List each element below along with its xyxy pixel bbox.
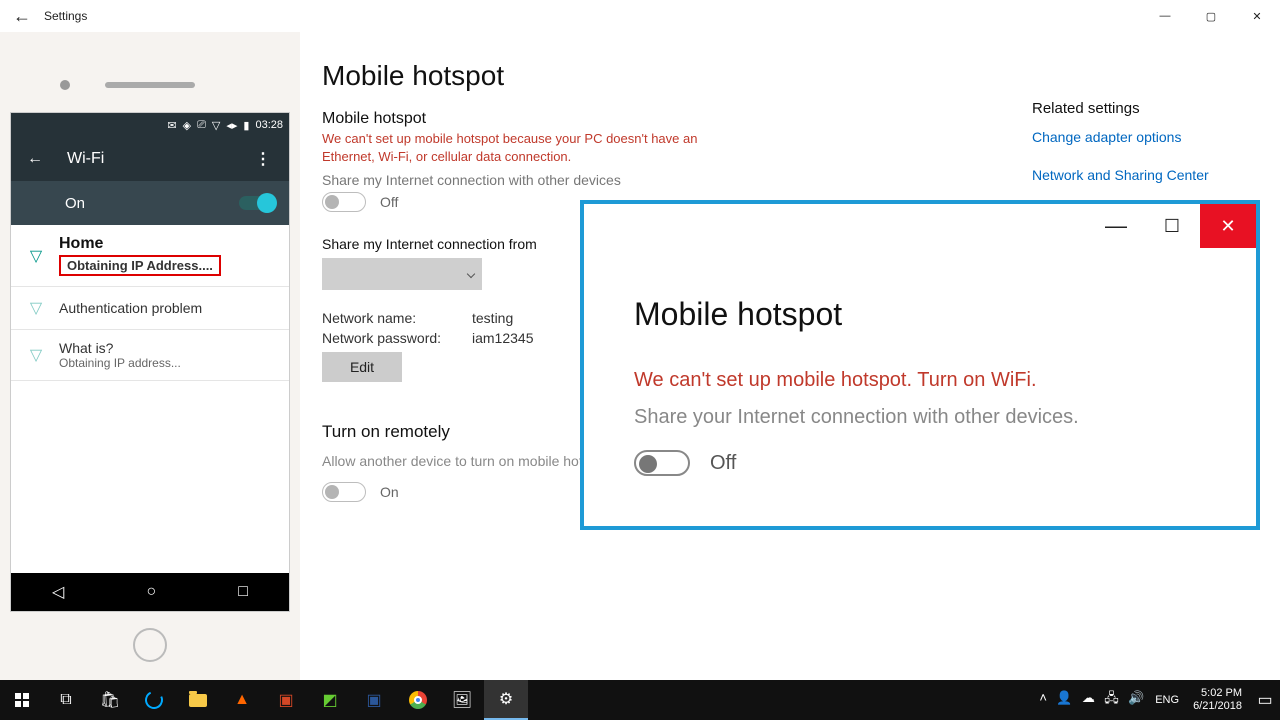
tray-people-icon[interactable]: 👤	[1056, 690, 1072, 705]
phone-speaker	[105, 82, 195, 88]
phone-statusbar: ✉ ◈ ⎚ ▽ ◂▸ ▮ 03:28	[11, 113, 289, 137]
start-button[interactable]	[0, 680, 44, 720]
network-password-label: Network password:	[322, 330, 452, 346]
popup-share-label: Share your Internet connection with othe…	[634, 406, 1079, 429]
wifi-signal-icon: ▽	[212, 119, 220, 132]
photos-icon[interactable]: 🖼	[440, 680, 484, 720]
phone-home-button[interactable]	[133, 628, 167, 662]
network-name-value: testing	[472, 310, 513, 326]
link-network-sharing[interactable]: Network and Sharing Center	[1032, 167, 1209, 183]
edit-button-label: Edit	[350, 359, 374, 375]
share-toggle-state: Off	[380, 194, 398, 210]
nav-back-icon[interactable]: ◁	[52, 582, 64, 602]
related-heading: Related settings	[1032, 100, 1209, 117]
explorer-icon[interactable]	[176, 680, 220, 720]
clock-date: 6/21/2018	[1193, 700, 1242, 713]
taskview-button[interactable]: ⧉	[44, 680, 88, 720]
popup-toggle-row: Off	[634, 450, 736, 476]
wifi-name: What is?	[59, 340, 181, 356]
camtasia-icon[interactable]: ◩	[308, 680, 352, 720]
wifi-icon: ▽	[25, 245, 47, 267]
close-button[interactable]: ✕	[1234, 0, 1280, 32]
wifi-status: Obtaining IP address...	[59, 356, 181, 370]
share-toggle[interactable]	[322, 192, 366, 212]
taskbar-clock[interactable]: 5:02 PM 6/21/2018	[1187, 687, 1248, 713]
wifi-item-auth[interactable]: ▽ Authentication problem	[11, 287, 289, 330]
maximize-button[interactable]: ▢	[1188, 0, 1234, 32]
popup-mobile-hotspot: — ☐ ✕ Mobile hotspot We can't set up mob…	[580, 200, 1260, 530]
window-titlebar: ← Settings — ▢ ✕	[0, 0, 1280, 32]
tray-up-icon[interactable]: ˄	[1039, 690, 1047, 705]
tray-language[interactable]: ENG	[1155, 694, 1179, 706]
edge-icon[interactable]	[132, 680, 176, 720]
remote-toggle[interactable]	[322, 482, 366, 502]
minimize-button[interactable]: —	[1142, 0, 1188, 32]
taskbar-right: ˄ 👤 ☁ 🖧 🔊 ENG 5:02 PM 6/21/2018 ▭	[1036, 680, 1280, 720]
link-change-adapter[interactable]: Change adapter options	[1032, 129, 1209, 145]
phone-camera	[60, 80, 70, 90]
popup-minimize-button[interactable]: —	[1088, 204, 1144, 248]
nav-home-icon[interactable]: ○	[146, 583, 156, 601]
taskbar: ⧉ 🛍 ▲ ▣ ◩ ▣ 🖼 ⚙ ˄ 👤 ☁ 🖧 🔊 ENG 5:02 PM 6/…	[0, 680, 1280, 720]
popup-maximize-button[interactable]: ☐	[1144, 204, 1200, 248]
popup-title: Mobile hotspot	[634, 296, 842, 333]
battery-icon: ▮	[243, 119, 249, 132]
remote-toggle-state: On	[380, 484, 399, 500]
vlc-icon[interactable]: ▲	[220, 680, 264, 720]
share-from-combo[interactable]	[322, 258, 482, 290]
popup-warning: We can't set up mobile hotspot. Turn on …	[634, 369, 1037, 392]
popup-controls: — ☐ ✕	[1088, 204, 1256, 248]
phone-more-icon[interactable]: ⋮	[255, 149, 273, 169]
wifi-item-whatis[interactable]: ▽ What is? Obtaining IP address...	[11, 330, 289, 381]
phone-wifi-toggle[interactable]	[239, 196, 273, 210]
phone-wifi-state: On	[65, 195, 85, 212]
system-tray[interactable]: ˄ 👤 ☁ 🖧 🔊	[1036, 689, 1147, 711]
wifi-status: Authentication problem	[59, 300, 202, 316]
back-button[interactable]: ←	[0, 0, 44, 32]
phone-back-icon[interactable]: ←	[27, 150, 43, 168]
taskbar-left: ⧉ 🛍 ▲ ▣ ◩ ▣ 🖼 ⚙	[0, 680, 528, 720]
phone-screen: ✉ ◈ ⎚ ▽ ◂▸ ▮ 03:28 ← Wi-Fi ⋮ On ▽	[10, 112, 290, 612]
store-icon[interactable]: 🛍	[88, 680, 132, 720]
sync-icon: ◈	[183, 119, 191, 132]
settings-icon[interactable]: ⚙	[484, 680, 528, 720]
wifi-icon: ▽	[25, 344, 47, 366]
popup-toggle-state: Off	[710, 452, 736, 475]
wifi-status-highlight: Obtaining IP Address....	[59, 255, 221, 276]
chrome-icon[interactable]	[396, 680, 440, 720]
vol-icon: ◂▸	[226, 119, 237, 132]
notifications-icon[interactable]: ▭	[1256, 680, 1274, 720]
window-title: Settings	[44, 9, 87, 23]
mail-icon: ✉	[167, 119, 176, 132]
network-password-value: iam12345	[472, 330, 534, 346]
phone-clock: 03:28	[255, 119, 283, 131]
phone-wifi-toggle-row[interactable]: On	[11, 181, 289, 225]
hotspot-warning: We can't set up mobile hotspot because y…	[322, 130, 732, 166]
phone-wifi-list: ▽ Home Obtaining IP Address.... ▽ Authen…	[11, 225, 289, 381]
popup-close-button[interactable]: ✕	[1200, 204, 1256, 248]
phone-mock: ✉ ◈ ⎚ ▽ ◂▸ ▮ 03:28 ← Wi-Fi ⋮ On ▽	[0, 32, 300, 680]
phone-wifi-title: Wi-Fi	[67, 150, 104, 168]
nav-recent-icon[interactable]: □	[238, 583, 248, 601]
related-settings: Related settings Change adapter options …	[1032, 100, 1209, 205]
network-name-label: Network name:	[322, 310, 452, 326]
tray-onedrive-icon[interactable]: ☁	[1082, 690, 1095, 705]
wifi-icon: ▽	[25, 297, 47, 319]
popup-toggle[interactable]	[634, 450, 690, 476]
window-controls: — ▢ ✕	[1142, 0, 1280, 32]
bt-icon: ⎚	[197, 119, 206, 132]
phone-nav-bar: ◁ ○ □	[11, 573, 289, 611]
page-title: Mobile hotspot	[322, 60, 1260, 92]
wifi-name: Home	[59, 235, 221, 253]
edit-button[interactable]: Edit	[322, 352, 402, 382]
chevron-down-icon	[467, 270, 475, 278]
tray-volume-icon[interactable]: 🔊	[1128, 690, 1144, 705]
wifi-item-home[interactable]: ▽ Home Obtaining IP Address....	[11, 225, 289, 287]
clock-time: 5:02 PM	[1193, 687, 1242, 700]
powerpoint-icon[interactable]: ▣	[264, 680, 308, 720]
tray-network-icon[interactable]: 🖧	[1104, 690, 1119, 705]
phone-wifi-header: ← Wi-Fi ⋮	[11, 137, 289, 181]
word-icon[interactable]: ▣	[352, 680, 396, 720]
